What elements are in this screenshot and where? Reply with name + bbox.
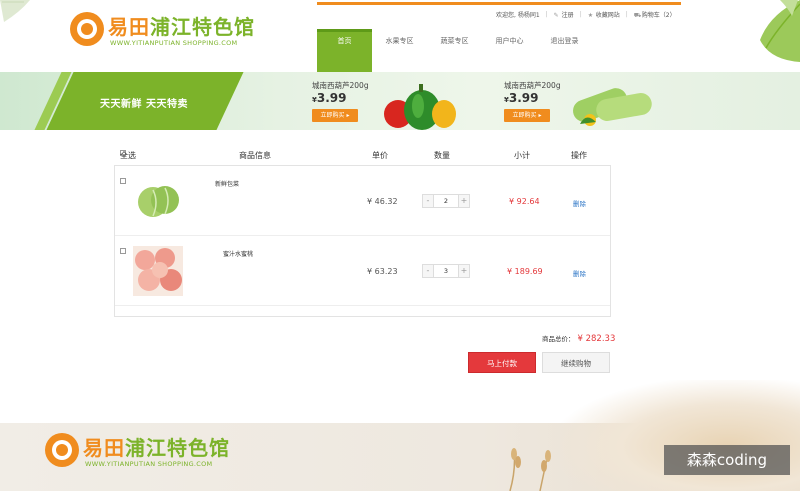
promo-card: 城南西葫芦200g ¥3.99 立即购买 ▸ xyxy=(504,80,654,126)
peach-image[interactable] xyxy=(133,246,183,296)
bell-pepper-image[interactable] xyxy=(374,76,460,130)
star-icon: ★ xyxy=(587,11,594,19)
zucchini-image[interactable] xyxy=(566,76,652,130)
header-action: 操作 xyxy=(571,151,587,160)
logo-emblem-icon xyxy=(45,433,79,467)
cabbage-image[interactable] xyxy=(133,176,183,226)
logo-title: 易田浦江特色馆 xyxy=(108,15,255,39)
quantity-stepper: - 2 + xyxy=(422,194,470,208)
quantity-input[interactable]: 2 xyxy=(433,195,459,207)
promo-name: 城南西葫芦200g xyxy=(504,81,561,90)
user-topbar: 欢迎您, 杨杨同1 | ✎ 注册 | ★ 收藏网站 | ⛟购物车（2） xyxy=(496,10,676,19)
cart-link[interactable]: ⛟购物车（2） xyxy=(634,10,676,19)
favorite-link[interactable]: ★ 收藏网站 xyxy=(588,10,620,19)
continue-shopping-button[interactable]: 继续购物 xyxy=(542,352,610,373)
quantity-input[interactable]: 3 xyxy=(433,265,459,277)
buy-now-button[interactable]: 立即购买 ▸ xyxy=(312,109,358,122)
register-link[interactable]: ✎ 注册 xyxy=(554,10,574,19)
cart-icon: ⛟ xyxy=(633,11,642,19)
cart-total: 商品总价： ¥ 282.33 xyxy=(542,333,615,344)
cart-item-list: 新鲜包菜 ¥ 46.32 - 2 + ¥ 92.64 删除 蜜汁水蜜桃 ¥ 63… xyxy=(114,165,611,317)
item-checkbox[interactable] xyxy=(120,248,126,254)
promo-name: 城南西葫芦200g xyxy=(312,81,369,90)
cart-row: 蜜汁水蜜桃 ¥ 63.23 - 3 + ¥ 189.69 删除 xyxy=(115,236,610,306)
promo-price: ¥3.99 xyxy=(312,91,347,105)
footer-logo[interactable]: 易田浦江特色馆 WWW.YITIANPUTIAN SHOPPING.COM xyxy=(45,431,230,475)
increase-button[interactable]: + xyxy=(459,265,469,277)
cart-row: 新鲜包菜 ¥ 46.32 - 2 + ¥ 92.64 删除 xyxy=(115,166,610,236)
decrease-button[interactable]: - xyxy=(423,195,433,207)
nav-vegetable[interactable]: 蔬菜专区 xyxy=(427,29,482,72)
cart-table-header: 全选 商品信息 单价 数量 小计 操作 xyxy=(120,150,587,160)
main-nav: 首页 水果专区 蔬菜专区 用户中心 退出登录 xyxy=(317,29,592,72)
topbar-accent-line xyxy=(317,2,681,5)
item-subtotal: ¥ 92.64 xyxy=(509,197,540,206)
promo-banner: 天天新鲜 天天特卖 城南西葫芦200g ¥3.99 立即购买 ▸ 城南西葫芦20… xyxy=(0,72,800,130)
quantity-stepper: - 3 + xyxy=(422,264,470,278)
total-amount: ¥ 282.33 xyxy=(577,334,616,344)
watermark: 森森coding xyxy=(664,445,790,475)
header-subtotal: 小计 xyxy=(514,151,530,160)
delete-link[interactable]: 删除 xyxy=(573,268,586,278)
wheat-decoration-icon xyxy=(509,448,551,491)
site-logo[interactable]: 易田浦江特色馆 WWW.YITIANPUTIAN SHOPPING.COM xyxy=(70,10,255,54)
total-label: 商品总价： xyxy=(542,335,575,343)
buy-now-button[interactable]: 立即购买 ▸ xyxy=(504,109,550,122)
header-product-info: 商品信息 xyxy=(239,151,271,160)
logo-emblem-icon xyxy=(70,12,104,46)
header-unit-price: 单价 xyxy=(372,151,388,160)
edit-icon: ✎ xyxy=(553,11,559,19)
item-checkbox[interactable] xyxy=(120,178,126,184)
delete-link[interactable]: 删除 xyxy=(573,198,586,208)
leaf-decoration-icon xyxy=(760,0,800,62)
nav-user-center[interactable]: 用户中心 xyxy=(482,29,537,72)
logo-url: WWW.YITIANPUTIAN SHOPPING.COM xyxy=(85,460,213,468)
increase-button[interactable]: + xyxy=(459,195,469,207)
unit-price: ¥ 46.32 xyxy=(367,197,398,206)
product-name[interactable]: 蜜汁水蜜桃 xyxy=(223,249,253,258)
nav-logout[interactable]: 退出登录 xyxy=(537,29,592,72)
nav-fruit[interactable]: 水果专区 xyxy=(372,29,427,72)
leaf-decoration-icon xyxy=(0,0,30,22)
site-header: 易田浦江特色馆 WWW.YITIANPUTIAN SHOPPING.COM 欢迎… xyxy=(0,0,800,72)
unit-price: ¥ 63.23 xyxy=(367,267,398,276)
decrease-button[interactable]: - xyxy=(423,265,433,277)
header-quantity: 数量 xyxy=(434,151,450,160)
item-subtotal: ¥ 189.69 xyxy=(507,267,543,276)
promo-price: ¥3.99 xyxy=(504,91,539,105)
product-name[interactable]: 新鲜包菜 xyxy=(215,179,239,188)
pay-now-button[interactable]: 马上付款 xyxy=(468,352,536,373)
welcome-text: 欢迎您, 杨杨同1 xyxy=(496,11,540,19)
logo-title: 易田浦江特色馆 xyxy=(83,436,230,460)
logo-url: WWW.YITIANPUTIAN SHOPPING.COM xyxy=(110,39,238,47)
banner-slogan: 天天新鲜 天天特卖 xyxy=(100,99,188,110)
promo-card: 城南西葫芦200g ¥3.99 立即购买 ▸ xyxy=(312,80,462,130)
nav-home[interactable]: 首页 xyxy=(317,29,372,72)
